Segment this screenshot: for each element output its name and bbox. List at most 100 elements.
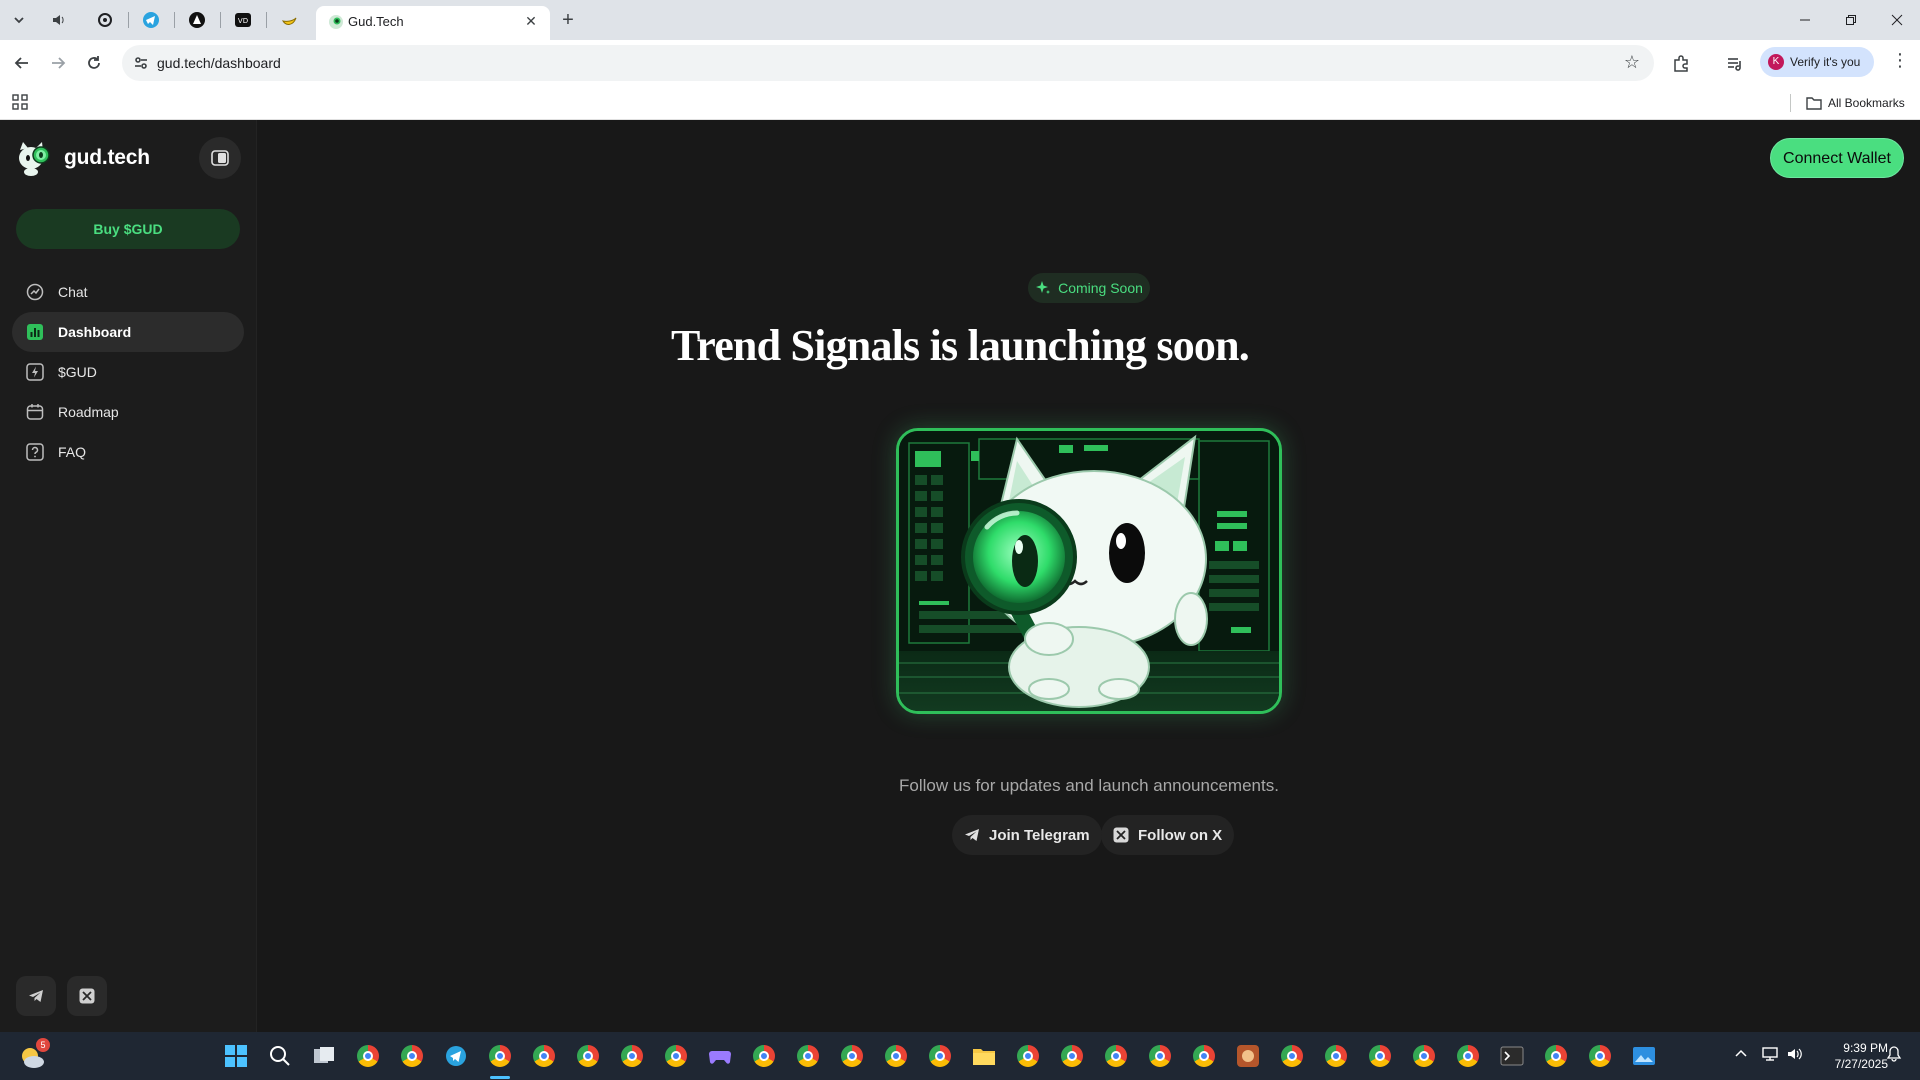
app-tab-icon[interactable] [180, 6, 214, 34]
connect-wallet-button[interactable]: Connect Wallet [1770, 138, 1904, 178]
telegram-icon [965, 829, 979, 841]
telegram-icon [29, 990, 43, 1002]
media-controls-icon[interactable] [1722, 50, 1748, 76]
sidebar-item-label: FAQ [58, 444, 87, 460]
question-icon [26, 443, 44, 461]
follow-x-button[interactable]: Follow on X [1101, 815, 1235, 855]
show-hidden-icons[interactable] [1734, 1046, 1748, 1063]
chrome-taskbar-icon[interactable] [792, 1040, 824, 1072]
close-tab-icon[interactable]: ✕ [522, 12, 540, 30]
chrome-taskbar-icon[interactable] [1584, 1040, 1616, 1072]
sidebar-nav: Chat Dashboard $GUD Roadmap FAQ [12, 272, 244, 472]
taskbar: 5 9:39 PM 7/27/2025 [0, 1032, 1920, 1080]
join-telegram-button[interactable]: Join Telegram [952, 815, 1102, 855]
chrome-taskbar-icon[interactable] [1364, 1040, 1396, 1072]
minimize-icon[interactable] [1782, 0, 1828, 40]
svg-text:VD: VD [238, 17, 248, 25]
sidebar-item-label: Roadmap [58, 404, 119, 420]
url-text[interactable]: gud.tech/dashboard [157, 55, 281, 71]
cat-magnifier-illustration [899, 431, 1279, 711]
chrome-taskbar-icon[interactable] [1452, 1040, 1484, 1072]
buy-gud-button[interactable]: Buy $GUD [16, 209, 240, 249]
brand[interactable]: gud.tech [16, 140, 150, 176]
photos-taskbar-icon[interactable] [1628, 1040, 1660, 1072]
chrome-taskbar-icon[interactable] [352, 1040, 384, 1072]
chrome-taskbar-icon[interactable] [572, 1040, 604, 1072]
chrome-taskbar-icon[interactable] [1188, 1040, 1220, 1072]
apps-grid-icon[interactable] [12, 94, 28, 110]
chrome-taskbar-icon[interactable] [748, 1040, 780, 1072]
openai-tab-icon[interactable] [88, 6, 122, 34]
profile-verify-button[interactable]: K Verify it's you [1760, 47, 1874, 77]
volume-icon[interactable] [1786, 1046, 1804, 1065]
chrome-taskbar-icon[interactable] [396, 1040, 428, 1072]
chrome-taskbar-icon[interactable] [660, 1040, 692, 1072]
x-icon [79, 988, 95, 1004]
reload-icon[interactable] [80, 49, 108, 77]
game-app-taskbar-icon[interactable] [1232, 1040, 1264, 1072]
follow-text: Follow us for updates and launch announc… [899, 776, 1279, 795]
chrome-taskbar-icon[interactable] [1012, 1040, 1044, 1072]
telegram-label: Join Telegram [989, 826, 1090, 844]
chrome-taskbar-icon[interactable] [1320, 1040, 1352, 1072]
system-clock[interactable]: 9:39 PM 7/27/2025 [1814, 1040, 1888, 1072]
sparkle-icon [1036, 281, 1051, 294]
chrome-taskbar-icon[interactable] [1408, 1040, 1440, 1072]
badge-label: Coming Soon [1058, 280, 1143, 296]
chrome-taskbar-icon[interactable] [616, 1040, 648, 1072]
sidebar-x-button[interactable] [67, 976, 107, 1016]
calendar-icon [26, 403, 44, 421]
address-bar[interactable]: gud.tech/dashboard ☆ [122, 45, 1654, 81]
chrome-taskbar-icon[interactable] [836, 1040, 868, 1072]
chrome-taskbar-icon[interactable] [880, 1040, 912, 1072]
telegram-tab-icon[interactable] [134, 6, 168, 34]
gamepad-taskbar-icon[interactable] [704, 1040, 736, 1072]
browser-menu-icon[interactable]: ⋮ [1890, 50, 1910, 76]
chrome-taskbar-icon[interactable] [528, 1040, 560, 1072]
banana-tab-icon[interactable] [272, 6, 306, 34]
sidebar-item-label: Chat [58, 284, 88, 300]
chat-icon [26, 283, 44, 301]
site-info-icon[interactable] [132, 54, 150, 72]
gud-favicon-icon [329, 15, 343, 29]
bookmarks-bar: All Bookmarks [0, 86, 1920, 120]
sidebar-item-roadmap[interactable]: Roadmap [12, 392, 244, 432]
tab-search-icon[interactable] [2, 6, 36, 34]
chrome-taskbar-icon[interactable] [1144, 1040, 1176, 1072]
sidebar-telegram-button[interactable] [16, 976, 56, 1016]
sidebar-toggle-button[interactable] [199, 137, 241, 179]
browser-tabstrip: VD Gud.Tech ✕ + [0, 0, 1920, 40]
x-icon [1113, 827, 1129, 843]
tab-gud-tech[interactable]: Gud.Tech ✕ [316, 6, 550, 40]
chrome-taskbar-icon[interactable] [1056, 1040, 1088, 1072]
close-window-icon[interactable] [1874, 0, 1920, 40]
back-icon[interactable] [8, 49, 36, 77]
telegram-taskbar-icon[interactable] [440, 1040, 472, 1072]
chrome-taskbar-icon[interactable] [1540, 1040, 1572, 1072]
taskbar-search-icon[interactable] [264, 1040, 296, 1072]
network-icon[interactable] [1762, 1046, 1780, 1065]
bookmark-star-icon[interactable]: ☆ [1624, 52, 1640, 73]
chrome-taskbar-icon[interactable] [484, 1040, 516, 1072]
windows-start-icon[interactable] [220, 1040, 252, 1072]
file-explorer-icon[interactable] [968, 1040, 1000, 1072]
extensions-icon[interactable] [1668, 50, 1694, 76]
speaker-tab-icon[interactable] [42, 6, 76, 34]
new-tab-button[interactable]: + [556, 9, 580, 33]
restore-icon[interactable] [1828, 0, 1874, 40]
weather-widget-icon[interactable]: 5 [16, 1038, 50, 1072]
sidebar-item-faq[interactable]: FAQ [12, 432, 244, 472]
video-tab-icon[interactable]: VD [226, 6, 260, 34]
chrome-taskbar-icon[interactable] [1100, 1040, 1132, 1072]
task-view-icon[interactable] [308, 1040, 340, 1072]
notifications-bell-icon[interactable] [1886, 1046, 1902, 1065]
headline-text: Trend Signals is launching soon. [670, 321, 1250, 370]
terminal-taskbar-icon[interactable] [1496, 1040, 1528, 1072]
chrome-taskbar-icon[interactable] [1276, 1040, 1308, 1072]
chrome-taskbar-icon[interactable] [924, 1040, 956, 1072]
forward-icon[interactable] [44, 49, 72, 77]
sidebar-item-chat[interactable]: Chat [12, 272, 244, 312]
all-bookmarks-button[interactable]: All Bookmarks [1806, 92, 1905, 114]
notification-count: 5 [36, 1038, 50, 1052]
hero-illustration [896, 428, 1282, 714]
